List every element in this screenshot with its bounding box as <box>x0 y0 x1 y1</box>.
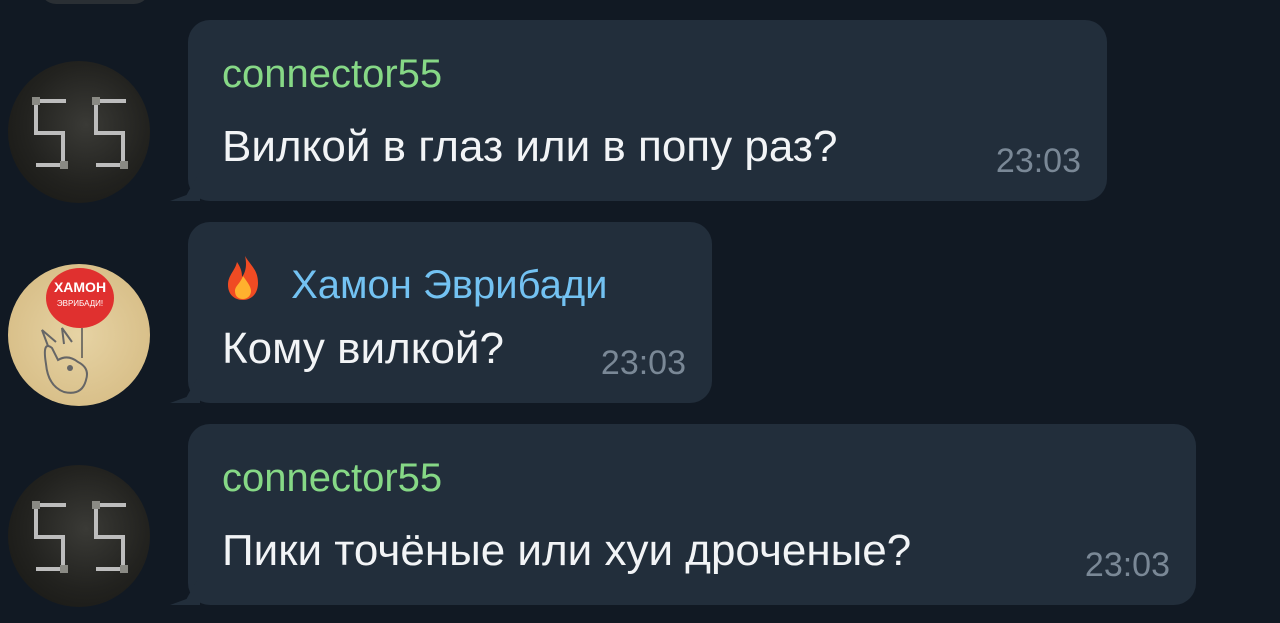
avatar-subtitle-text: ЭВРИБАДИ! <box>57 299 103 308</box>
partial-avatar <box>40 0 150 4</box>
sender-name[interactable]: Хамон Эврибади <box>291 263 607 307</box>
user-avatar[interactable] <box>8 61 150 203</box>
bubble-tail <box>170 575 200 605</box>
message-time: 23:03 <box>1084 546 1170 584</box>
message-time: 23:03 <box>995 142 1081 180</box>
message-time: 23:03 <box>600 344 686 382</box>
chat-view: connector55 Вилкой в глаз или в попу раз… <box>0 0 1280 623</box>
sender-name[interactable]: connector55 <box>222 456 442 500</box>
message-text: Вилкой в глаз или в попу раз? <box>222 122 838 171</box>
message-text: Кому вилкой? <box>222 324 504 373</box>
message-bubble[interactable]: connector55 Пики точёные или хуи дрочены… <box>170 424 1196 605</box>
sender-name[interactable]: connector55 <box>222 52 442 96</box>
message-bubble[interactable]: connector55 Вилкой в глаз или в попу раз… <box>170 20 1107 201</box>
dark-55-avatar-icon <box>32 97 128 169</box>
message-bubble[interactable]: Хамон Эврибади Кому вилкой? 23:03 <box>170 222 712 403</box>
user-avatar[interactable]: ХАМОН ЭВРИБАДИ! <box>8 264 150 406</box>
bubble-tail <box>170 373 200 403</box>
dark-55-avatar-icon <box>32 501 128 573</box>
sender-line[interactable]: Хамон Эврибади <box>222 254 608 311</box>
bubble-tail <box>170 171 200 201</box>
fire-icon <box>222 254 266 311</box>
message-text: Пики точёные или хуи дроченые? <box>222 526 912 575</box>
avatar-title-text: ХАМОН <box>54 279 106 295</box>
user-avatar[interactable] <box>8 465 150 607</box>
pig-balloon-avatar-icon: ХАМОН ЭВРИБАДИ! <box>41 268 114 394</box>
